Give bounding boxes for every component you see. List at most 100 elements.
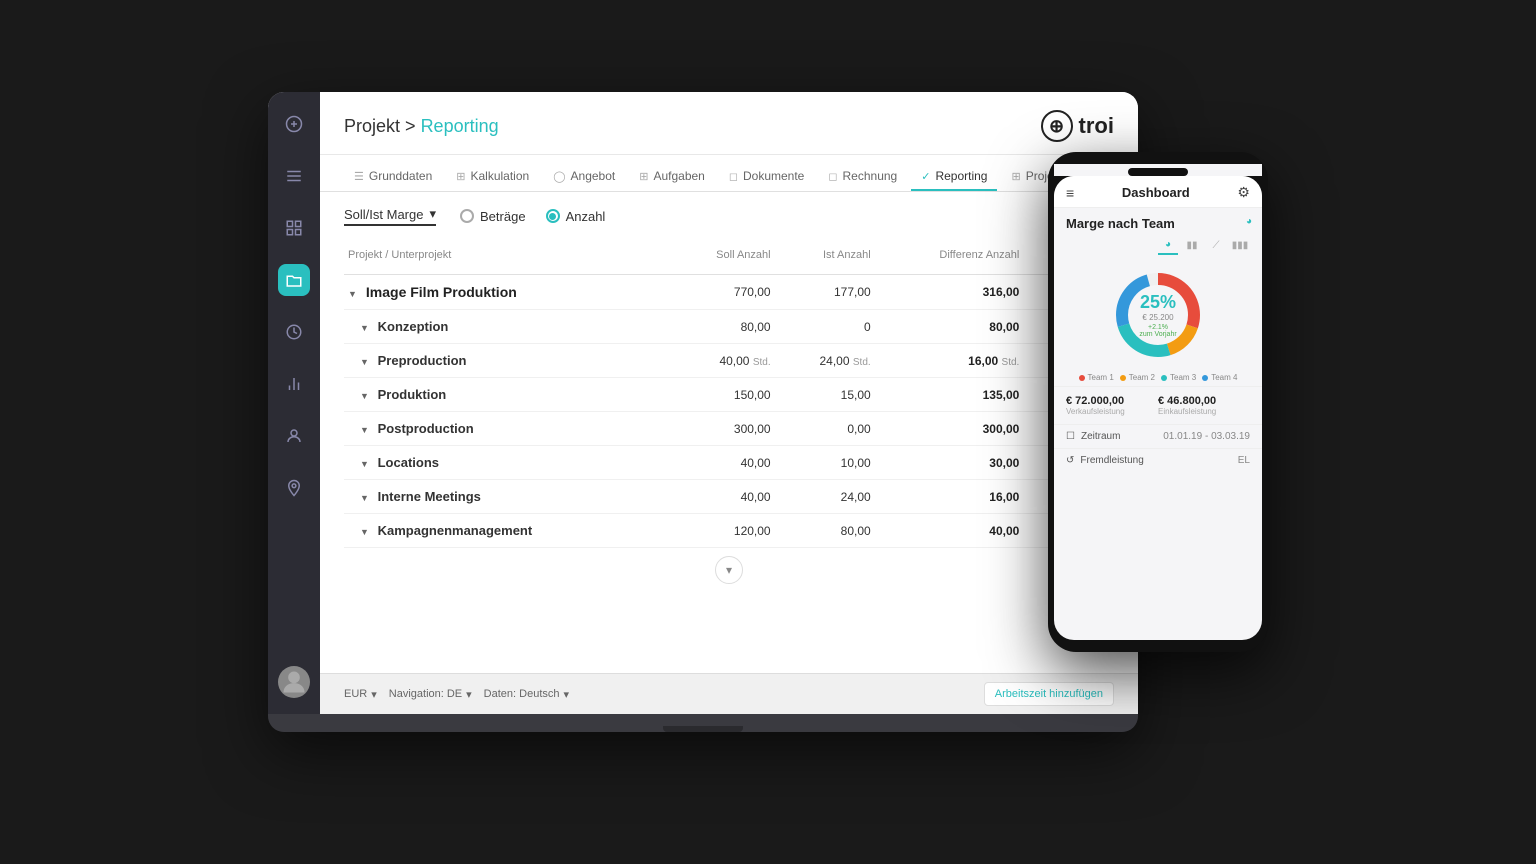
laptop-base [268,714,1138,732]
mobile-menu-icon[interactable]: ≡ [1066,185,1074,201]
tab-rechnung[interactable]: ◻ Rechnung [818,163,907,191]
row-ist: 0 [775,310,875,344]
chevron-icon[interactable]: ▼ [360,357,370,367]
fremd-value: EL [1238,455,1250,466]
table-row: ▼ Preproduction 40,00 Std. 24,00 Std. 16… [344,344,1114,378]
chart-tab-line[interactable]: ⟋ [1206,235,1226,255]
laptop: Projekt > Reporting ⊕ troi ☰ Grunddaten [268,92,1138,732]
legend-item: Team 3 [1161,373,1196,382]
row-ist: 15,00 [775,378,875,412]
table-row: ▼ Locations 40,00 10,00 30,00 [344,446,1114,480]
main-content: Projekt > Reporting ⊕ troi ☰ Grunddaten [320,92,1138,714]
mobile-screen: ≡ Dashboard ⚙ Marge nach Team ◕ ◕ ▮▮ ⟋ ▮… [1054,176,1262,640]
data-lang-arrow-icon: ▾ [564,688,570,701]
col-header-diff: Differenz Anzahl [875,236,1024,275]
chevron-icon[interactable]: ▼ [360,459,370,469]
chevron-icon[interactable]: ▼ [360,527,370,537]
row-soll: 40,00 Std. [669,344,775,378]
sidebar-icon-folder[interactable] [278,264,310,296]
sidebar-icon-user[interactable] [278,420,310,452]
mobile-dashboard-title: Dashboard [1122,185,1190,200]
sidebar-icon-chart[interactable] [278,368,310,400]
controls-area: Soll/Ist Marge ▾ Beträge Anzahl [320,192,1138,236]
data-lang-label: Daten: Deutsch [484,688,560,700]
chart-tab-donut[interactable]: ◕ [1158,235,1178,255]
row-ist: 10,00 [775,446,875,480]
row-name: ▼ Locations [344,446,669,480]
row-name: ▼ Produktion [344,378,669,412]
nav-lang-selector[interactable]: Navigation: DE ▾ [389,688,472,701]
tab-grunddaten[interactable]: ☰ Grunddaten [344,163,442,191]
sidebar-icon-menu[interactable] [278,160,310,192]
info-row-left-zeitraum: ☐ Zeitraum [1066,431,1120,442]
tab-kalkulation[interactable]: ⊞ Kalkulation [446,163,539,191]
bottom-bar: EUR ▾ Navigation: DE ▾ Daten: Deutsch ▾ … [320,673,1138,714]
tab-aufgaben[interactable]: ⊞ Aufgaben [629,163,715,191]
stat-verkauf-label: Verkaufsleistung [1066,407,1158,416]
row-soll: 300,00 [669,412,775,446]
tab-dokumente-label: Dokumente [743,169,804,183]
add-time-button[interactable]: Arbeitszeit hinzufügen [984,682,1114,706]
table-row: ▼ Postproduction 300,00 0,00 300,00 [344,412,1114,446]
radio-betraege-label: Beträge [480,209,526,224]
chevron-icon[interactable]: ▼ [360,323,370,333]
donut-amount: € 25.200 [1139,313,1176,322]
row-name: ▼ Kampagnenmanagement [344,514,669,548]
chevron-icon[interactable]: ▼ [360,425,370,435]
row-ist: 177,00 [775,275,875,310]
radio-betraege[interactable]: Beträge [460,209,526,224]
view-dropdown[interactable]: Soll/Ist Marge ▾ [344,206,436,226]
tab-reporting-label: Reporting [935,169,987,183]
sidebar-icon-plus[interactable] [278,108,310,140]
tab-dokumente[interactable]: ◻ Dokumente [719,163,815,191]
radio-anzahl[interactable]: Anzahl [546,209,606,224]
chevron-icon[interactable]: ▼ [360,391,370,401]
scene: Projekt > Reporting ⊕ troi ☰ Grunddaten [268,92,1268,772]
row-diff: 40,00 [875,514,1024,548]
sidebar-icon-location[interactable] [278,472,310,504]
avatar[interactable] [278,666,310,698]
row-soll: 150,00 [669,378,775,412]
radio-anzahl-label: Anzahl [566,209,606,224]
currency-selector[interactable]: EUR ▾ [344,688,377,701]
tab-aufgaben-label: Aufgaben [653,169,704,183]
nav-lang-arrow-icon: ▾ [466,688,472,701]
col-header-project: Projekt / Unterprojekt [344,236,669,275]
chart-tab-bar[interactable]: ▮▮ [1182,235,1202,255]
nav-lang-label: Navigation: DE [389,688,462,700]
col-header-soll: Soll Anzahl [669,236,775,275]
data-lang-selector[interactable]: Daten: Deutsch ▾ [484,688,569,701]
col-header-ist: Ist Anzahl [775,236,875,275]
legend-label-team3: Team 3 [1170,373,1196,382]
dokumente-icon: ◻ [729,170,738,183]
row-soll: 770,00 [669,275,775,310]
chevron-icon[interactable]: ▼ [348,289,358,299]
row-diff: 16,00 [875,480,1024,514]
row-ist: 24,00 Std. [775,344,875,378]
sidebar [268,92,320,714]
projektplan-icon: ⊞ [1011,170,1020,183]
chart-type-donut-icon[interactable]: ◕ [1246,216,1252,227]
scroll-down-button[interactable]: ▾ [715,556,743,584]
sidebar-icon-grid[interactable] [278,212,310,244]
stat-einkauf-label: Einkaufsleistung [1158,407,1250,416]
donut-change-label: zum Vorjahr [1139,331,1176,338]
bottom-left: EUR ▾ Navigation: DE ▾ Daten: Deutsch ▾ [344,688,569,701]
breadcrumb-active: Reporting [421,116,499,136]
project-name: Image Film Produktion [366,284,517,300]
chevron-icon[interactable]: ▼ [360,493,370,503]
radio-circle-betraege [460,209,474,223]
mobile-filter-icon[interactable]: ⚙ [1237,184,1250,201]
chart-tab-stacked[interactable]: ▮▮▮ [1230,235,1250,255]
tab-reporting[interactable]: ✓ Reporting [911,163,997,191]
table-row: ▼ Interne Meetings 40,00 24,00 16,00 [344,480,1114,514]
donut-percent: 25% [1139,292,1176,313]
sidebar-icon-clock[interactable] [278,316,310,348]
tab-angebot[interactable]: ◯ Angebot [543,163,625,191]
row-ist: 24,00 [775,480,875,514]
table-row: ▼ Konzeption 80,00 0 80,00 [344,310,1114,344]
breadcrumb: Projekt > Reporting [344,116,499,137]
tab-angebot-label: Angebot [571,169,616,183]
mobile-chart-icon: ◕ [1246,216,1262,227]
info-row-fremd: ↺ Fremdleistung EL [1054,448,1262,472]
